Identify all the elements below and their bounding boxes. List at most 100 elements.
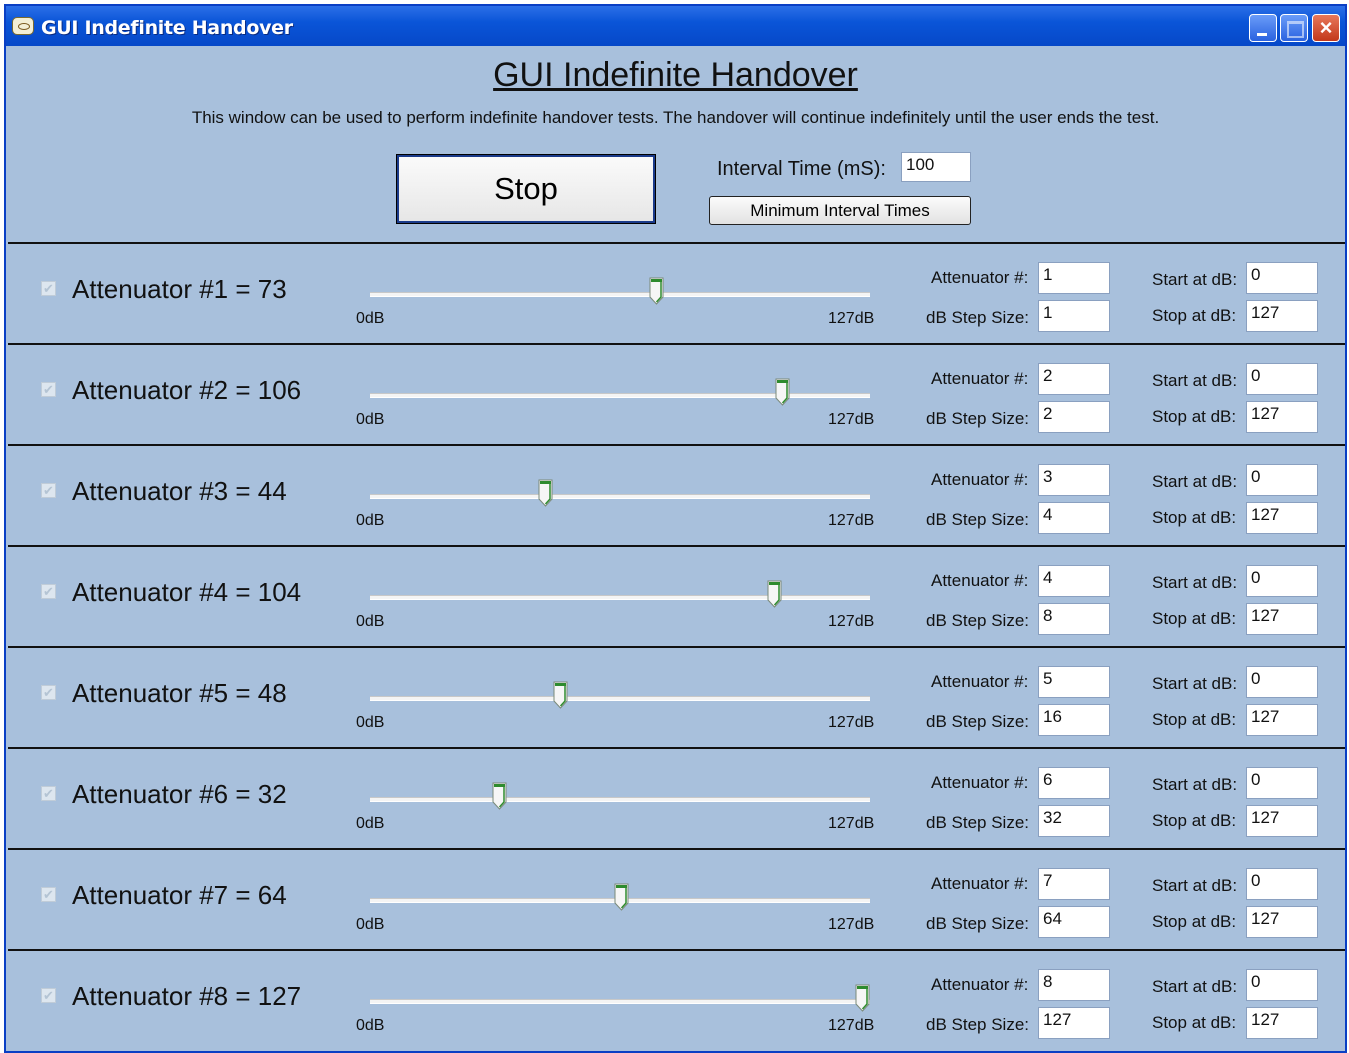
start-db-input[interactable]: 0 <box>1246 868 1318 900</box>
slider-max-label: 127dB <box>828 714 875 731</box>
checkmark-icon: ✔ <box>43 685 54 700</box>
attenuator-slider-track[interactable] <box>370 797 870 802</box>
stop-db-input[interactable]: 127 <box>1246 300 1318 332</box>
attenuator-number-label: Attenuator #: <box>931 571 1029 590</box>
stop-db-label: Stop at dB: <box>1152 407 1237 426</box>
attenuator-number-input[interactable]: 8 <box>1038 969 1110 1001</box>
step-size-input[interactable]: 8 <box>1038 603 1110 635</box>
attenuator-slider-track[interactable] <box>370 292 870 297</box>
stop-db-input[interactable]: 127 <box>1246 502 1318 534</box>
start-db-label: Start at dB: <box>1152 573 1238 592</box>
window-title: GUI Indefinite Handover <box>41 17 293 39</box>
attenuator-number-label: Attenuator #: <box>931 672 1029 691</box>
attenuator-number-input[interactable]: 6 <box>1038 767 1110 799</box>
attenuator-row: ✔ Attenuator #2 = 106 0dB 127dB Attenuator #… <box>8 343 1345 444</box>
start-db-label: Start at dB: <box>1152 876 1238 895</box>
close-icon: × <box>1319 15 1333 40</box>
attenuator-slider-thumb[interactable] <box>614 883 629 911</box>
step-size-input[interactable]: 32 <box>1038 805 1110 837</box>
attenuator-number-input[interactable]: 4 <box>1038 565 1110 597</box>
attenuator-row: ✔ Attenuator #5 = 48 0dB 127dB Attenuator #:… <box>8 646 1345 747</box>
stop-db-input[interactable]: 127 <box>1246 805 1318 837</box>
attenuator-slider-track[interactable] <box>370 999 870 1004</box>
attenuator-slider-track[interactable] <box>370 494 870 499</box>
stop-db-input[interactable]: 127 <box>1246 401 1318 433</box>
start-db-input[interactable]: 0 <box>1246 666 1318 698</box>
start-db-label: Start at dB: <box>1152 270 1238 289</box>
step-size-label: dB Step Size: <box>926 914 1030 933</box>
checkmark-icon: ✔ <box>43 988 54 1003</box>
close-button[interactable]: × <box>1312 14 1340 42</box>
checkmark-icon: ✔ <box>43 887 54 902</box>
attenuator-enable-checkbox[interactable]: ✔ <box>41 483 56 498</box>
step-size-label: dB Step Size: <box>926 712 1030 731</box>
attenuator-slider-track[interactable] <box>370 393 870 398</box>
title-bar[interactable]: GUI Indefinite Handover × <box>6 6 1345 46</box>
attenuator-enable-checkbox[interactable]: ✔ <box>41 786 56 801</box>
start-db-input[interactable]: 0 <box>1246 363 1318 395</box>
attenuator-enable-checkbox[interactable]: ✔ <box>41 382 56 397</box>
attenuator-value-label: Attenuator #6 = 32 <box>72 779 287 809</box>
stop-db-input[interactable]: 127 <box>1246 704 1318 736</box>
attenuator-value-label: Attenuator #1 = 73 <box>72 274 287 304</box>
attenuator-enable-checkbox[interactable]: ✔ <box>41 281 56 296</box>
slider-max-label: 127dB <box>828 815 875 832</box>
slider-min-label: 0dB <box>356 613 385 630</box>
stop-button[interactable]: Stop <box>396 154 656 224</box>
attenuator-slider-track[interactable] <box>370 696 870 701</box>
slider-min-label: 0dB <box>356 310 385 327</box>
attenuator-number-label: Attenuator #: <box>931 268 1029 287</box>
stop-db-label: Stop at dB: <box>1152 508 1237 527</box>
step-size-input[interactable]: 127 <box>1038 1007 1110 1039</box>
attenuator-slider-thumb[interactable] <box>855 984 870 1012</box>
attenuator-slider-thumb[interactable] <box>767 580 782 608</box>
start-db-label: Start at dB: <box>1152 472 1238 491</box>
start-db-input[interactable]: 0 <box>1246 969 1318 1001</box>
slider-min-label: 0dB <box>356 714 385 731</box>
attenuator-enable-checkbox[interactable]: ✔ <box>41 887 56 902</box>
step-size-input[interactable]: 64 <box>1038 906 1110 938</box>
checkmark-icon: ✔ <box>43 382 54 397</box>
attenuator-number-label: Attenuator #: <box>931 773 1029 792</box>
slider-max-label: 127dB <box>828 310 875 327</box>
attenuator-slider-thumb[interactable] <box>775 378 790 406</box>
step-size-input[interactable]: 4 <box>1038 502 1110 534</box>
attenuator-slider-thumb[interactable] <box>492 782 507 810</box>
slider-min-label: 0dB <box>356 411 385 428</box>
attenuator-number-input[interactable]: 5 <box>1038 666 1110 698</box>
app-icon[interactable] <box>12 17 34 35</box>
attenuator-row: ✔ Attenuator #6 = 32 0dB 127dB Attenuator #:… <box>8 747 1345 848</box>
attenuator-slider-thumb[interactable] <box>649 277 664 305</box>
attenuator-row: ✔ Attenuator #1 = 73 0dB 127dB Attenuator #:… <box>8 242 1345 343</box>
step-size-input[interactable]: 1 <box>1038 300 1110 332</box>
stop-db-input[interactable]: 127 <box>1246 1007 1318 1039</box>
attenuator-enable-checkbox[interactable]: ✔ <box>41 685 56 700</box>
attenuator-number-input[interactable]: 1 <box>1038 262 1110 294</box>
attenuator-value-label: Attenuator #7 = 64 <box>72 880 287 910</box>
attenuator-slider-thumb[interactable] <box>538 479 553 507</box>
minimum-interval-times-button[interactable]: Minimum Interval Times <box>709 196 971 225</box>
attenuator-value-label: Attenuator #3 = 44 <box>72 476 287 506</box>
stop-db-input[interactable]: 127 <box>1246 603 1318 635</box>
slider-max-label: 127dB <box>828 512 875 529</box>
attenuator-enable-checkbox[interactable]: ✔ <box>41 584 56 599</box>
start-db-input[interactable]: 0 <box>1246 565 1318 597</box>
stop-db-label: Stop at dB: <box>1152 811 1237 830</box>
stop-db-label: Stop at dB: <box>1152 1013 1237 1032</box>
attenuator-enable-checkbox[interactable]: ✔ <box>41 988 56 1003</box>
attenuator-slider-thumb[interactable] <box>553 681 568 709</box>
step-size-input[interactable]: 2 <box>1038 401 1110 433</box>
start-db-input[interactable]: 0 <box>1246 464 1318 496</box>
attenuator-number-input[interactable]: 7 <box>1038 868 1110 900</box>
interval-time-input[interactable]: 100 <box>901 152 971 182</box>
maximize-button <box>1280 14 1308 42</box>
stop-db-input[interactable]: 127 <box>1246 906 1318 938</box>
minimize-button[interactable] <box>1249 14 1277 42</box>
attenuator-number-input[interactable]: 2 <box>1038 363 1110 395</box>
start-db-input[interactable]: 0 <box>1246 767 1318 799</box>
attenuator-number-input[interactable]: 3 <box>1038 464 1110 496</box>
step-size-input[interactable]: 16 <box>1038 704 1110 736</box>
attenuator-value-label: Attenuator #4 = 104 <box>72 577 302 607</box>
attenuator-slider-track[interactable] <box>370 595 870 600</box>
start-db-input[interactable]: 0 <box>1246 262 1318 294</box>
